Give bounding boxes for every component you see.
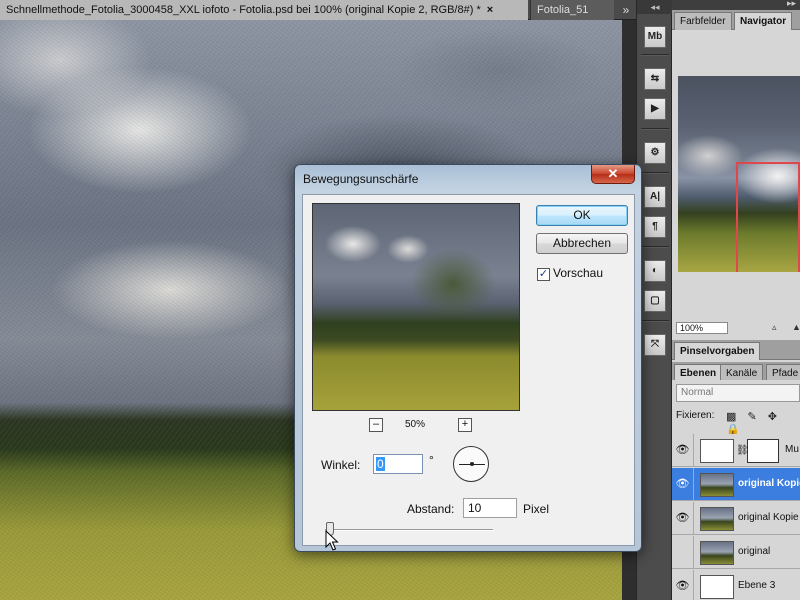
dock-separator xyxy=(641,128,669,130)
layer-thumbnail xyxy=(700,575,734,599)
layer-row-selected[interactable]: 👁 original Kopie xyxy=(672,468,800,501)
document-tab-inactive[interactable]: Fotolia_51 xyxy=(530,0,614,20)
history-icon[interactable]: ⇆ xyxy=(644,68,666,90)
distance-label: Abstand: xyxy=(407,502,455,516)
character-icon[interactable]: A| xyxy=(644,186,666,208)
eye-icon[interactable]: 👁 xyxy=(672,502,694,534)
distance-unit: Pixel xyxy=(523,502,550,516)
layer-row[interactable]: 👁 Ebene 3 xyxy=(672,570,800,600)
distance-input[interactable]: 10 xyxy=(463,498,517,518)
angle-dial-center xyxy=(470,462,474,466)
layer-thumbnail xyxy=(700,473,734,497)
layer-panel-tabs: Ebenen Kanäle Pfade xyxy=(672,362,800,382)
layer-name: Ebene 3 xyxy=(738,580,776,591)
document-tab-active[interactable]: Schnellmethode_Fotolia_3000458_XXL iofot… xyxy=(0,0,528,20)
actions-icon[interactable]: ▶ xyxy=(644,98,666,120)
layer-mask-thumbnail[interactable] xyxy=(747,439,779,463)
layer-name: Mu xyxy=(785,444,799,455)
dock-separator xyxy=(641,54,669,56)
layer-name: original Kopie xyxy=(738,478,800,489)
eye-icon[interactable]: 👁 xyxy=(672,570,694,600)
dialog-title: Bewegungsunschärfe xyxy=(303,172,419,186)
adjustments-icon[interactable]: ◐ xyxy=(644,260,666,282)
zoom-out-icon[interactable]: ▵ xyxy=(772,322,777,333)
dock-separator xyxy=(641,320,669,322)
layer-thumbnail xyxy=(700,541,734,565)
tab-farbfelder[interactable]: Farbfelder xyxy=(674,12,732,30)
layer-name: original xyxy=(738,546,771,557)
distance-slider-track[interactable] xyxy=(325,529,493,531)
cancel-button[interactable]: Abbrechen xyxy=(536,233,628,254)
photoshop-window: Schnellmethode_Fotolia_3000458_XXL iofot… xyxy=(0,0,800,600)
layer-thumbnail xyxy=(700,507,734,531)
filter-preview[interactable] xyxy=(312,203,520,411)
tab-overflow-icon[interactable]: » xyxy=(616,0,636,20)
visibility-toggle-empty[interactable] xyxy=(672,536,694,568)
angle-label: Winkel: xyxy=(321,458,361,472)
tab-pinselvorgaben[interactable]: Pinselvorgaben xyxy=(674,342,761,360)
layer-name: original Kopie xyxy=(738,512,799,523)
brush-panel-tabs: Pinselvorgaben xyxy=(672,340,800,360)
document-tab-bar: Schnellmethode_Fotolia_3000458_XXL iofot… xyxy=(0,0,636,20)
navigator-view-box[interactable] xyxy=(736,162,800,272)
preview-checkbox[interactable]: ✓ xyxy=(537,268,550,281)
layer-thumbnail xyxy=(700,439,734,463)
angle-input-value: 0 xyxy=(376,457,385,471)
paragraph-icon[interactable]: ¶ xyxy=(644,216,666,238)
angle-input[interactable]: 0 xyxy=(373,454,423,474)
eye-icon[interactable]: 👁 xyxy=(672,468,694,500)
eye-icon[interactable]: 👁 xyxy=(672,434,694,466)
close-icon[interactable]: × xyxy=(487,4,493,16)
lock-icons[interactable]: ▩ ✎ ✥ 🔒 xyxy=(726,410,800,436)
preview-zoom-out-button[interactable]: – xyxy=(369,418,383,432)
layer-row[interactable]: 👁 ⛓ Mu xyxy=(672,434,800,467)
navigator-thumbnail[interactable] xyxy=(678,76,800,272)
blend-mode-select[interactable]: Normal xyxy=(676,384,800,402)
document-tab-title: Schnellmethode_Fotolia_3000458_XXL iofot… xyxy=(6,4,481,16)
preview-zoom-level: 50% xyxy=(405,419,426,430)
panel-header: ▸▸ xyxy=(672,0,800,10)
dock-separator xyxy=(641,172,669,174)
clone-source-icon[interactable]: ⤧ xyxy=(644,334,666,356)
preview-checkbox-label[interactable]: Vorschau xyxy=(553,266,603,280)
dock-separator xyxy=(641,246,669,248)
navigator-panel xyxy=(672,30,800,320)
navigator-zoom-field[interactable]: 100% xyxy=(676,322,728,334)
expand-icon[interactable]: ▸▸ xyxy=(787,0,796,9)
right-panels: ▸▸ Farbfelder Navigator 100% ▵ ▲ Pinselv… xyxy=(672,0,800,600)
motion-blur-dialog: Bewegungsunschärfe ✕ – 50% + OK Abbreche… xyxy=(294,164,642,552)
tab-navigator[interactable]: Navigator xyxy=(734,12,793,30)
mouse-cursor-icon xyxy=(325,530,339,551)
ok-button[interactable]: OK xyxy=(536,205,628,226)
close-button[interactable]: ✕ xyxy=(591,165,635,184)
mini-bridge-icon[interactable]: Mb xyxy=(644,26,666,48)
collapse-icon[interactable]: ◂◂ xyxy=(637,0,673,14)
preview-zoom-in-button[interactable]: + xyxy=(458,418,472,432)
angle-dial[interactable] xyxy=(453,446,489,482)
degree-symbol: ° xyxy=(429,453,434,467)
upper-panel-tabs: Farbfelder Navigator xyxy=(672,10,800,30)
layer-row[interactable]: 👁 original Kopie xyxy=(672,502,800,535)
zoom-in-icon[interactable]: ▲ xyxy=(792,322,800,332)
layer-row[interactable]: original xyxy=(672,536,800,569)
masks-icon[interactable]: ▢ xyxy=(644,290,666,312)
lock-label: Fixieren: xyxy=(676,410,715,421)
dialog-body: – 50% + OK Abbrechen ✓ Vorschau Winkel: … xyxy=(302,194,635,546)
tool-presets-icon[interactable]: ⚙ xyxy=(644,142,666,164)
